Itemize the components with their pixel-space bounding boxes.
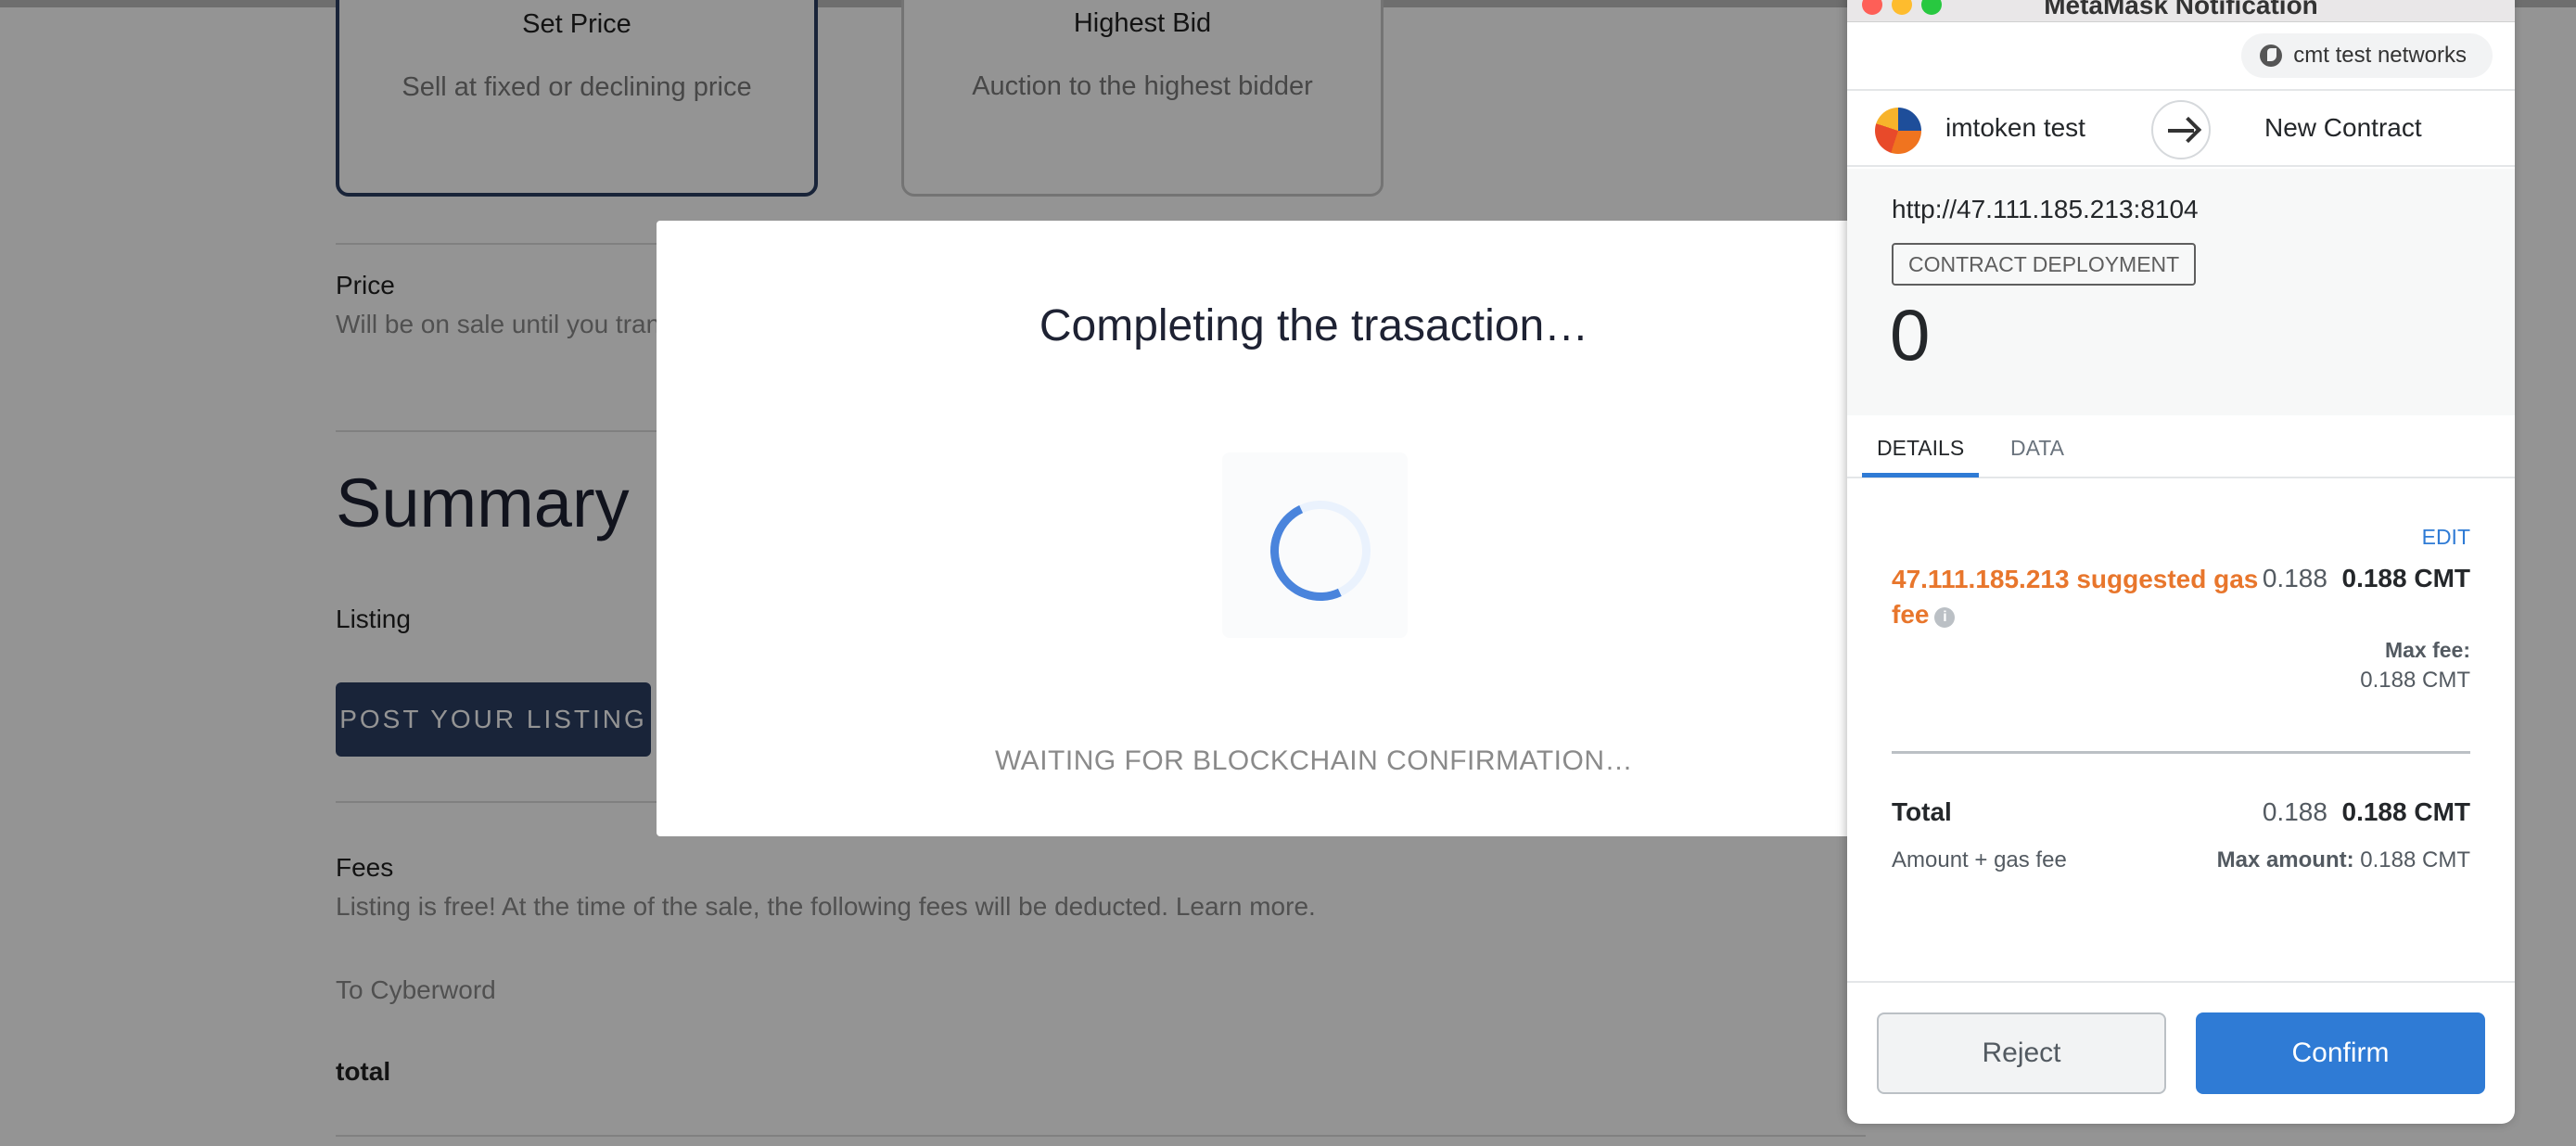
account-row: imtoken test New Contract	[1847, 89, 2515, 167]
arrow-right-icon	[2151, 100, 2211, 159]
edit-gas-button[interactable]: EDIT	[2422, 525, 2470, 550]
account-name: imtoken test	[1945, 113, 2085, 142]
tab-details[interactable]: DETAILS	[1877, 436, 1964, 461]
network-name: cmt test networks	[2293, 43, 2467, 68]
account-avatar	[1875, 108, 1921, 154]
gas-fee-label: 47.111.185.213 suggested gas fee i	[1892, 562, 2272, 632]
max-fee-label: Max fee:	[2384, 638, 2470, 662]
amount-gas-label: Amount + gas fee	[1892, 847, 2067, 872]
tx-type-badge: CONTRACT DEPLOYMENT	[1892, 243, 2197, 286]
max-amount: Max amount: 0.188 CMT	[2217, 847, 2470, 873]
window-titlebar: MetaMask Notification	[1847, 0, 2515, 22]
max-amount-label: Max amount:	[2216, 847, 2354, 872]
tx-amount: 0	[1890, 294, 1931, 376]
total-label: Total	[1892, 797, 1952, 826]
max-amount-value: 0.188 CMT	[2360, 847, 2470, 872]
loading-spinner-icon	[1256, 486, 1385, 616]
max-fee-value: 0.188 CMT	[2360, 668, 2470, 693]
gas-fee-secondary: 0.188	[2262, 564, 2327, 592]
gas-fee-values: 0.188 0.188 CMT	[2263, 564, 2470, 593]
network-selector[interactable]: cmt test networks	[2241, 33, 2493, 78]
transaction-modal: Completing the trasaction… WAITING FOR B…	[657, 221, 1853, 836]
loading-spinner-container	[1222, 452, 1408, 638]
transaction-summary: http://47.111.185.213:8104 CONTRACT DEPL…	[1847, 169, 2515, 415]
total-secondary: 0.188	[2262, 797, 2327, 826]
tab-data[interactable]: DATA	[2010, 436, 2064, 461]
detail-tabs: DETAILS DATA	[1847, 415, 2515, 478]
total-primary: 0.188 CMT	[2341, 797, 2471, 826]
origin-url: http://47.111.185.213:8104	[1892, 195, 2199, 223]
network-icon	[2260, 45, 2283, 67]
gas-fee-primary: 0.188 CMT	[2341, 564, 2471, 592]
modal-title: Completing the trasaction…	[1039, 301, 1589, 350]
recipient-name: New Contract	[2264, 113, 2422, 142]
confirm-button[interactable]: Confirm	[2196, 1012, 2485, 1094]
total-values: 0.188 0.188 CMT	[2263, 797, 2470, 827]
info-icon[interactable]: i	[1934, 607, 1956, 628]
reject-button[interactable]: Reject	[1877, 1012, 2166, 1094]
window-title: MetaMask Notification	[2044, 0, 2318, 19]
metamask-window: MetaMask Notification cmt test networks …	[1847, 0, 2515, 1124]
modal-status: WAITING FOR BLOCKCHAIN CONFIRMATION…	[994, 745, 1633, 776]
active-tab-indicator	[1862, 473, 1979, 478]
details-divider	[1892, 751, 2470, 754]
footer-divider	[1847, 981, 2515, 983]
